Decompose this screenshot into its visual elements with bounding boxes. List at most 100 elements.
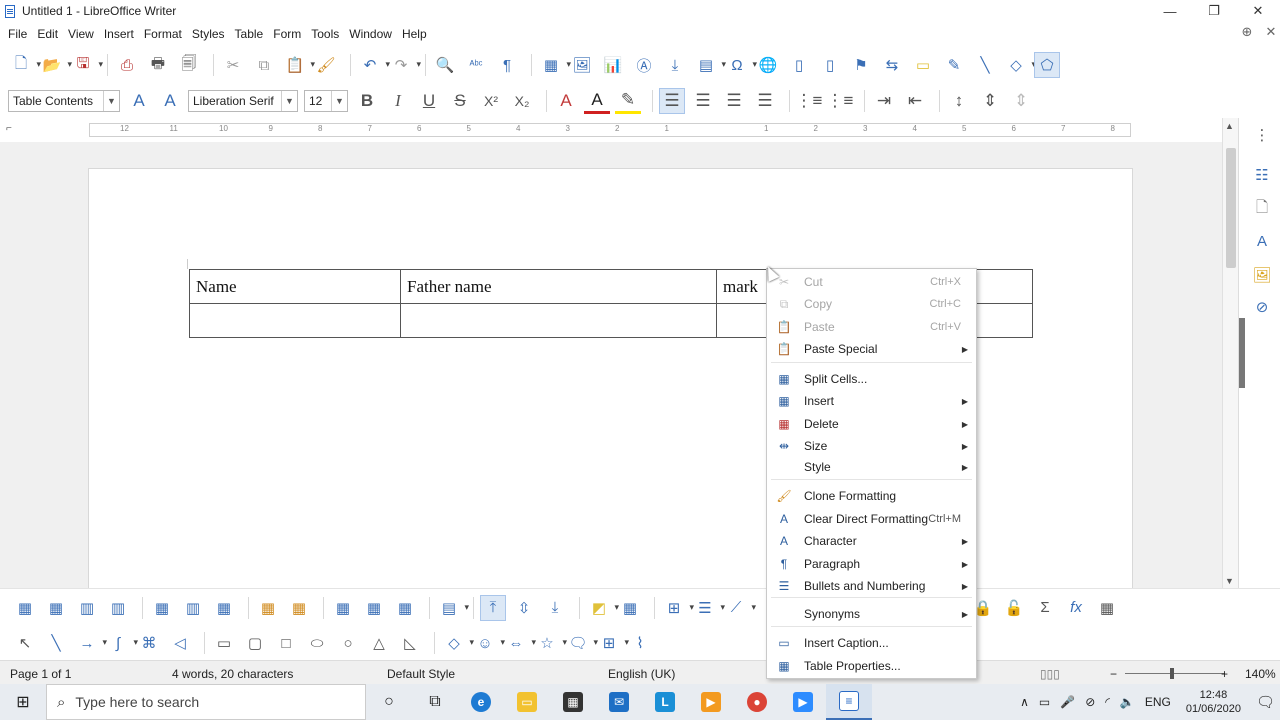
table-cell[interactable] xyxy=(189,303,401,338)
line-icon[interactable]: ╲ xyxy=(43,630,69,656)
restore-button[interactable]: ❐ xyxy=(1192,0,1236,22)
redo-icon[interactable]: ↷ xyxy=(388,52,421,78)
context-menu-item-character[interactable]: A Character ▶ xyxy=(767,530,976,552)
symbol-shapes-icon[interactable]: ☺ xyxy=(472,630,505,656)
delete-columns-icon[interactable]: ▥ xyxy=(180,595,206,621)
context-menu-item-style[interactable]: Style ▶ xyxy=(767,456,976,478)
merge-cells-icon[interactable]: ▦ xyxy=(330,595,356,621)
select-cell-icon[interactable]: ▦ xyxy=(255,595,281,621)
scroll-down-icon[interactable]: ▼ xyxy=(1225,576,1234,586)
taskbar-search-input[interactable]: ⌕ Type here to search xyxy=(46,684,366,720)
close-button[interactable]: ✕ xyxy=(1236,0,1280,22)
update-style-icon[interactable]: A xyxy=(126,88,152,114)
table-properties-icon[interactable]: ▦ xyxy=(1094,595,1120,621)
volume-icon[interactable]: 🔈 xyxy=(1120,695,1135,709)
superscript-icon[interactable]: X² xyxy=(478,88,504,114)
writer-taskbar-icon[interactable]: ≡ xyxy=(826,684,872,720)
language[interactable]: English (UK) xyxy=(608,667,675,681)
rectangle-icon[interactable]: ▭ xyxy=(211,630,237,656)
menu-table[interactable]: Table xyxy=(230,27,269,41)
vertical-scrollbar[interactable]: ▲ ▼ xyxy=(1222,118,1238,588)
ordered-list-icon[interactable]: ⋮≡ xyxy=(827,88,854,114)
split-cells-icon[interactable]: ▦ xyxy=(361,595,387,621)
align-center-icon[interactable]: ☰ xyxy=(690,88,716,114)
align-bottom-icon[interactable]: ⤓ xyxy=(542,595,568,621)
table-cell[interactable] xyxy=(976,303,1033,338)
subscript-icon[interactable]: X₂ xyxy=(509,88,535,114)
borders-icon[interactable]: ⊞ xyxy=(661,595,694,621)
italic-icon[interactable]: I xyxy=(385,88,411,114)
menu-format[interactable]: Format xyxy=(139,27,187,41)
zoom-in-icon[interactable]: + xyxy=(1221,667,1228,681)
save-icon[interactable]: 🖫 xyxy=(70,52,103,78)
basic-shapes-icon[interactable]: ◇ xyxy=(1003,52,1036,78)
align-top-icon[interactable]: ⤒ xyxy=(480,594,506,621)
align-right-icon[interactable]: ☰ xyxy=(721,88,747,114)
new-document-icon[interactable]: 🗋 xyxy=(8,52,41,78)
insert-image-icon[interactable]: 🖼 xyxy=(569,52,595,78)
basic-shapes-icon[interactable]: ◇ xyxy=(441,630,474,656)
clone-formatting-icon[interactable]: 🖌 xyxy=(313,52,339,78)
zoom-level[interactable]: 140% xyxy=(1245,667,1276,681)
flowchart-icon[interactable]: ⊞ xyxy=(596,630,629,656)
insert-field-icon[interactable]: ▤ xyxy=(693,52,726,78)
tab-stop-icon[interactable]: ⌐ xyxy=(6,123,12,134)
zoom-slider-knob[interactable] xyxy=(1170,668,1174,679)
context-menu-item-insert[interactable]: ▦ Insert ▶ xyxy=(767,390,976,412)
menu-form[interactable]: Form xyxy=(268,27,306,41)
menu-view[interactable]: View xyxy=(63,27,99,41)
bookmark-icon[interactable]: ⚑ xyxy=(848,52,874,78)
styles-icon[interactable]: A xyxy=(1251,230,1273,252)
right-triangle-icon[interactable]: ◺ xyxy=(397,630,423,656)
ellipse-icon[interactable]: ⬭ xyxy=(304,630,330,656)
edge-icon[interactable]: e xyxy=(458,684,504,720)
view-layout-icon[interactable]: ▯▯▯ xyxy=(1040,667,1060,681)
security-icon[interactable]: ⊘ xyxy=(1085,695,1095,709)
chrome-icon[interactable]: ● xyxy=(734,684,780,720)
curve-icon[interactable]: ∫ xyxy=(105,630,138,656)
scrollbar-thumb[interactable] xyxy=(1226,148,1236,268)
font-color-icon[interactable]: A xyxy=(584,88,610,114)
sidebar-collapse-handle[interactable] xyxy=(1239,318,1245,388)
bold-icon[interactable]: B xyxy=(354,88,380,114)
zoom-slider[interactable] xyxy=(1125,673,1225,674)
chevron-down-icon[interactable]: ▼ xyxy=(103,91,119,111)
table-cell[interactable]: Father name xyxy=(400,269,717,304)
polygon-icon[interactable]: ⌘ xyxy=(136,630,162,656)
decrease-spacing-icon[interactable]: ⇕ xyxy=(1008,88,1034,114)
comment-icon[interactable]: ▭ xyxy=(910,52,936,78)
select-table-icon[interactable]: ▦ xyxy=(286,595,312,621)
file-explorer-icon[interactable]: ▭ xyxy=(504,684,550,720)
insert-rows-above-icon[interactable]: ▦ xyxy=(12,595,38,621)
increase-indent-icon[interactable]: ⇥ xyxy=(871,88,897,114)
menu-tools[interactable]: Tools xyxy=(306,27,344,41)
cortana-icon[interactable]: ○ xyxy=(366,684,412,720)
endnote-icon[interactable]: ▯ xyxy=(817,52,843,78)
find-replace-icon[interactable]: 🔍 xyxy=(432,52,458,78)
context-menu-item-size[interactable]: ⇹ Size ▶ xyxy=(767,435,976,457)
chevron-down-icon[interactable]: ▼ xyxy=(331,91,347,111)
border-style-icon[interactable]: ☰ xyxy=(692,595,725,621)
paste-icon[interactable]: 📋 xyxy=(282,52,315,78)
square-icon[interactable]: □ xyxy=(273,630,299,656)
context-menu-item-clear-direct-formatting[interactable]: A Clear Direct Formatting Ctrl+M xyxy=(767,508,976,530)
microphone-icon[interactable]: 🎤 xyxy=(1060,695,1075,709)
windows-start-icon[interactable]: ⊞ xyxy=(0,684,46,720)
menu-insert[interactable]: Insert xyxy=(99,27,139,41)
menu-help[interactable]: Help xyxy=(397,27,432,41)
triangle-icon[interactable]: △ xyxy=(366,630,392,656)
delete-rows-icon[interactable]: ▦ xyxy=(149,595,175,621)
page-count[interactable]: Page 1 of 1 xyxy=(10,667,71,681)
word-count[interactable]: 4 words, 20 characters xyxy=(172,667,293,681)
clock[interactable]: 12:48 01/06/2020 xyxy=(1186,688,1241,716)
scroll-up-icon[interactable]: ▲ xyxy=(1225,121,1234,131)
show-hidden-icons-icon[interactable]: ∧ xyxy=(1020,695,1029,709)
zoom-out-icon[interactable]: − xyxy=(1110,667,1117,681)
horizontal-ruler[interactable]: 12 11 10 9 8 7 6 5 4 3 2 1 1 2 3 4 5 6 7 8 xyxy=(89,123,1131,137)
page-break-icon[interactable]: ⤓ xyxy=(662,52,688,78)
spelling-icon[interactable]: ᴬᵇᶜ xyxy=(463,52,489,78)
block-arrows-icon[interactable]: ⇔ xyxy=(503,630,537,656)
line-spacing-icon[interactable]: ↕ xyxy=(946,88,972,114)
menu-styles[interactable]: Styles xyxy=(187,27,230,41)
formula-icon[interactable]: fx xyxy=(1063,595,1089,621)
